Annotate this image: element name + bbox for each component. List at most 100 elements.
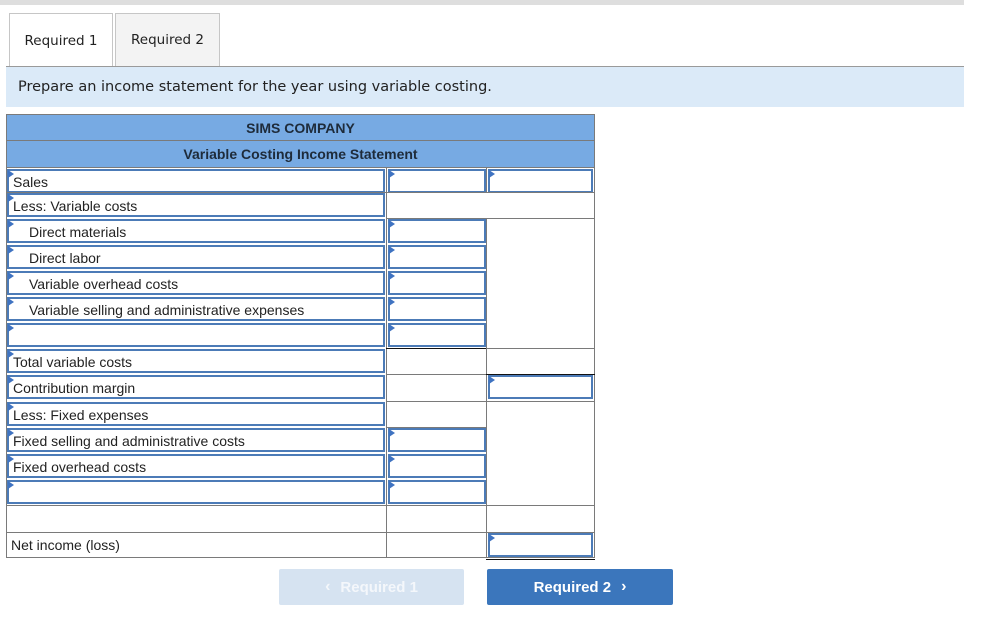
row-label-input[interactable] xyxy=(7,480,385,504)
row-label-cell xyxy=(6,479,386,505)
dropdown-flag-icon xyxy=(389,324,395,332)
grid-line xyxy=(6,557,595,558)
col1-cell xyxy=(386,453,486,479)
row-label-input[interactable]: Less: Variable costs xyxy=(7,193,385,217)
col1-cell xyxy=(386,296,486,322)
dropdown-flag-icon xyxy=(489,534,495,542)
amount-input[interactable] xyxy=(388,323,486,347)
row-label-cell: Direct materials xyxy=(6,218,386,244)
grid-line xyxy=(386,374,486,375)
prev-required-1-button[interactable]: ‹ Required 1 xyxy=(279,569,464,605)
tab-required-2[interactable]: Required 2 xyxy=(115,13,220,66)
amount-input[interactable] xyxy=(388,428,486,452)
row-label-text: Direct labor xyxy=(29,250,101,266)
dropdown-flag-icon xyxy=(489,376,495,384)
next-required-2-button[interactable]: Required 2 › xyxy=(487,569,673,605)
dropdown-flag-icon xyxy=(389,246,395,254)
col1-cell xyxy=(386,244,486,270)
row-label-text: Net income (loss) xyxy=(11,537,120,553)
col2-cell xyxy=(486,322,595,348)
col2-cell xyxy=(486,244,595,270)
amount-input[interactable] xyxy=(388,245,486,269)
grid-line xyxy=(386,401,486,402)
col2-cell xyxy=(486,532,595,558)
grid-line xyxy=(386,427,486,428)
row-label-cell: Contribution margin xyxy=(6,374,386,401)
col2-cell xyxy=(486,218,595,244)
row-label-input[interactable]: Sales xyxy=(7,169,385,193)
row-label-input[interactable]: Total variable costs xyxy=(7,349,385,373)
top-bar xyxy=(0,0,964,5)
amount-input[interactable] xyxy=(388,454,486,478)
total-input[interactable] xyxy=(488,533,593,557)
row-label-input[interactable]: Less: Fixed expenses xyxy=(7,402,385,426)
col1-cell xyxy=(386,218,486,244)
row-label-text: Fixed selling and administrative costs xyxy=(13,433,245,449)
statement-row: Direct labor xyxy=(6,244,595,270)
statement-row xyxy=(6,479,595,505)
grid-line xyxy=(386,168,387,558)
dropdown-flag-icon xyxy=(389,170,395,178)
dropdown-flag-icon xyxy=(8,481,14,489)
row-label-text: Less: Variable costs xyxy=(13,198,138,214)
row-label-input[interactable]: Variable selling and administrative expe… xyxy=(7,297,385,321)
row-label-cell: Variable overhead costs xyxy=(6,270,386,296)
row-label-text: Sales xyxy=(13,174,49,190)
row-label-input[interactable] xyxy=(7,323,385,347)
col2-cell xyxy=(486,348,595,374)
grid-line xyxy=(486,218,487,558)
row-label-input[interactable]: Direct labor xyxy=(7,245,385,269)
col1-cell xyxy=(386,479,486,505)
grid-line xyxy=(486,168,487,192)
grid-line xyxy=(6,168,7,558)
amount-input[interactable] xyxy=(388,271,486,295)
statement-row: Less: Variable costs xyxy=(6,192,595,218)
amount-input[interactable] xyxy=(388,219,486,243)
dropdown-flag-icon xyxy=(389,272,395,280)
statement-row: Direct materials xyxy=(6,218,595,244)
amount-input[interactable] xyxy=(388,169,486,193)
col2-cell xyxy=(486,453,595,479)
col2-cell xyxy=(486,374,595,401)
dropdown-flag-icon xyxy=(389,429,395,437)
row-label-text: Direct materials xyxy=(29,224,127,240)
amount-input[interactable] xyxy=(388,480,486,504)
col1-cell xyxy=(386,532,486,558)
row-label-input[interactable]: Direct materials xyxy=(7,219,385,243)
row-label-text: Fixed overhead costs xyxy=(13,459,147,475)
row-label-cell xyxy=(6,505,386,532)
col1-cell xyxy=(386,168,486,193)
row-label-cell: Less: Variable costs xyxy=(6,192,386,218)
statement-row: Fixed selling and administrative costs xyxy=(6,427,595,453)
statement-row: Variable selling and administrative expe… xyxy=(6,296,595,322)
col1-cell xyxy=(386,427,486,453)
col2-cell xyxy=(486,270,595,296)
col1-cell xyxy=(386,374,486,401)
dropdown-flag-icon xyxy=(489,170,495,178)
row-label-input[interactable]: Fixed selling and administrative costs xyxy=(7,428,385,452)
dropdown-flag-icon xyxy=(389,220,395,228)
row-label-input[interactable]: Contribution margin xyxy=(7,375,385,399)
grid-line xyxy=(486,505,595,506)
dropdown-flag-icon xyxy=(8,220,14,228)
tab-required-1[interactable]: Required 1 xyxy=(9,13,113,67)
statement-row: Variable overhead costs xyxy=(6,270,595,296)
row-label-text: Total variable costs xyxy=(13,354,133,370)
row-label-input[interactable]: Variable overhead costs xyxy=(7,271,385,295)
statement-title: Variable Costing Income Statement xyxy=(6,141,595,168)
row-label-input[interactable]: Fixed overhead costs xyxy=(7,454,385,478)
col1-cell xyxy=(386,505,486,532)
statement-row: Net income (loss) xyxy=(6,532,595,558)
col2-cell xyxy=(486,479,595,505)
amount-input[interactable] xyxy=(388,297,486,321)
row-label-text: Variable selling and administrative expe… xyxy=(29,302,305,318)
col2-cell xyxy=(486,401,595,427)
total-input[interactable] xyxy=(488,169,593,193)
row-label-text: Less: Fixed expenses xyxy=(13,407,149,423)
total-input[interactable] xyxy=(488,375,593,399)
statement-body: Sales Less: Variable costs Direct material… xyxy=(6,168,595,560)
row-label-cell: Sales xyxy=(6,168,386,193)
col1-cell xyxy=(386,322,486,348)
dropdown-flag-icon xyxy=(389,298,395,306)
statement-row: Sales xyxy=(6,168,595,193)
